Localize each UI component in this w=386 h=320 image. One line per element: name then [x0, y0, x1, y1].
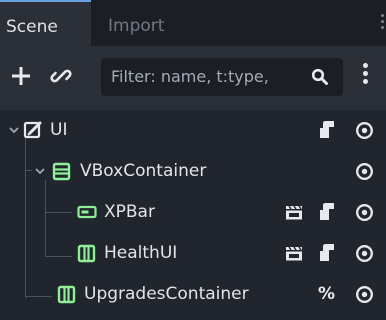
script-icon[interactable] [318, 202, 336, 222]
scene-tree: UI VBoxContainer XPBar HealthUI Upgrades… [0, 110, 386, 320]
tree-row-ui[interactable]: UI [0, 110, 386, 150]
control-edit-icon [23, 121, 42, 139]
collapse-arrow-icon[interactable] [8, 124, 20, 136]
script-icon[interactable] [318, 120, 336, 140]
script-icon[interactable] [318, 243, 336, 263]
tree-row-healthui[interactable]: HealthUI [0, 233, 386, 273]
scene-options-menu-icon[interactable] [358, 63, 372, 91]
tree-row-vboxcontainer[interactable]: VBoxContainer [0, 151, 386, 191]
chain-link-icon [50, 69, 72, 83]
filter-nodes-input[interactable]: Filter: name, t:type, [101, 58, 343, 96]
clapperboard-icon[interactable] [284, 243, 304, 263]
visibility-eye-icon[interactable] [355, 121, 374, 140]
tab-menu-icon[interactable] [380, 14, 386, 34]
progress-bar-icon [77, 205, 97, 219]
clapperboard-icon[interactable] [284, 202, 304, 222]
add-node-button[interactable] [8, 61, 34, 91]
tab-scene[interactable]: Scene [0, 0, 91, 46]
hbox-container-icon [57, 285, 76, 304]
node-label: VBoxContainer [80, 161, 207, 181]
tree-row-xpbar[interactable]: XPBar [0, 192, 386, 232]
visibility-eye-icon[interactable] [355, 162, 374, 181]
search-icon [311, 68, 328, 85]
unique-name-percent-icon[interactable]: % [318, 274, 335, 314]
collapse-arrow-icon[interactable] [34, 165, 46, 177]
plus-icon [12, 67, 30, 85]
tab-import[interactable]: Import [108, 0, 164, 46]
dock-tab-bar: Scene Import [0, 0, 386, 46]
node-label: HealthUI [104, 243, 178, 263]
hbox-container-icon [77, 244, 96, 263]
visibility-eye-icon[interactable] [355, 203, 374, 222]
vbox-container-icon [52, 162, 71, 181]
visibility-eye-icon[interactable] [355, 244, 374, 263]
node-label: XPBar [104, 202, 155, 222]
tree-row-upgradescontainer[interactable]: UpgradesContainer % [0, 274, 386, 314]
node-label: UpgradesContainer [84, 284, 249, 304]
node-label: UI [50, 120, 68, 140]
scene-dock: Scene Import Filter: name, t:type, UI VB… [0, 0, 386, 320]
visibility-eye-icon[interactable] [355, 285, 374, 304]
scene-toolbar: Filter: name, t:type, [0, 46, 386, 110]
instance-scene-button[interactable] [44, 61, 78, 91]
filter-placeholder: Filter: name, t:type, [111, 67, 269, 86]
